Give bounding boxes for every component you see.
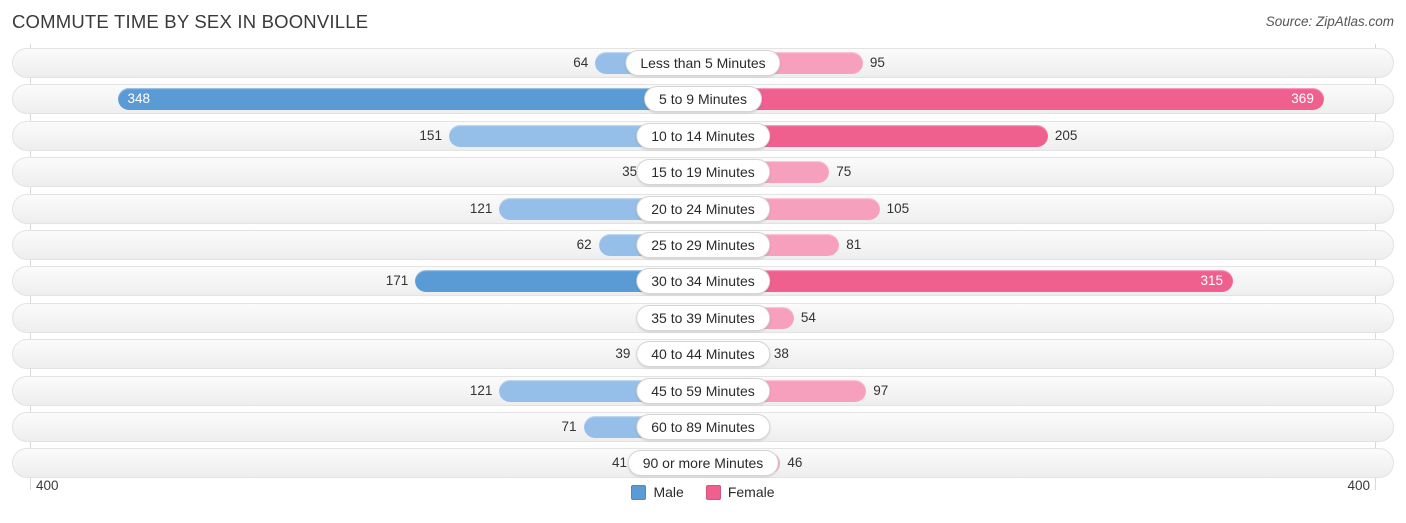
bar-female[interactable]: 369 xyxy=(703,88,1324,111)
bar-value-female: 54 xyxy=(800,309,816,325)
bar-value-female: 95 xyxy=(869,55,885,70)
legend-label: Male xyxy=(653,484,684,500)
bar-row: 348 369 5 to 9 Minutes xyxy=(0,84,1406,115)
category-label: Less than 5 Minutes xyxy=(625,50,781,76)
chart-header: COMMUTE TIME BY SEX IN BOONVILLE Source:… xyxy=(0,0,1406,44)
bar-value-male: 62 xyxy=(576,236,592,252)
bar-row: 121 105 20 to 24 Minutes xyxy=(0,193,1406,224)
category-label: 10 to 14 Minutes xyxy=(636,122,770,149)
bar-value-male: 64 xyxy=(573,55,589,70)
legend-label: Female xyxy=(727,484,775,500)
bar-row: 712560 to 89 Minutes xyxy=(0,411,1406,442)
bar-male-fill xyxy=(118,88,704,110)
bar-value-male: 171 xyxy=(385,273,409,289)
legend-swatch-icon xyxy=(705,484,721,500)
bar-value-male: 41 xyxy=(612,455,628,471)
legend-swatch-icon xyxy=(631,484,647,500)
category-label: 35 to 39 Minutes xyxy=(636,304,770,331)
bar-value-female: 97 xyxy=(873,382,889,398)
bar-row: 62 81 25 to 29 Minutes xyxy=(0,229,1406,260)
chart-plot-area: 64 95 Less than 5 Minutes 348 369 5 to 9 Minu… xyxy=(0,44,1406,490)
bar-row: 64 95 Less than 5 Minutes xyxy=(0,48,1406,78)
page-title: COMMUTE TIME BY SEX IN BOONVILLE xyxy=(12,11,369,32)
bar-row: 35 75 15 to 19 Minutes xyxy=(0,157,1406,188)
legend-item-male[interactable]: Male xyxy=(631,484,684,500)
bar-value-female: 315 xyxy=(1200,273,1223,289)
bar-value-female: 46 xyxy=(787,455,803,471)
category-label: 5 to 9 Minutes xyxy=(644,86,762,113)
bar-row: 155435 to 39 Minutes xyxy=(0,302,1406,333)
bar-value-male: 71 xyxy=(561,418,577,434)
bar-rows-container: 64 95 Less than 5 Minutes 348 369 5 to 9 Minu… xyxy=(0,48,1406,485)
bar-value-female: 105 xyxy=(886,200,910,216)
bar-value-male: 121 xyxy=(469,200,493,216)
legend-item-female[interactable]: Female xyxy=(705,484,775,500)
bar-female[interactable]: 315 xyxy=(703,270,1233,293)
bar-row: 171 315 30 to 34 Minutes xyxy=(0,266,1406,297)
bar-female-fill xyxy=(703,270,1233,292)
bar-value-male: 121 xyxy=(469,382,493,398)
bar-row: 121 97 45 to 59 Minutes xyxy=(0,375,1406,406)
category-label: 20 to 24 Minutes xyxy=(636,195,770,222)
category-label: 15 to 19 Minutes xyxy=(636,159,770,186)
bar-row: 41 46 90 or more Minutes xyxy=(0,448,1406,479)
chart-legend: Male Female xyxy=(0,484,1406,500)
category-label: 60 to 89 Minutes xyxy=(636,413,770,440)
bar-row: 39 38 40 to 44 Minutes xyxy=(0,339,1406,370)
category-label: 30 to 34 Minutes xyxy=(636,268,770,295)
bar-female-fill xyxy=(703,88,1324,110)
category-label: 40 to 44 Minutes xyxy=(636,341,770,368)
bar-row: 151 205 10 to 14 Minutes xyxy=(0,120,1406,151)
bar-value-male: 39 xyxy=(615,346,631,362)
bar-value-female: 205 xyxy=(1054,127,1078,143)
bar-value-female: 38 xyxy=(773,346,789,362)
bar-value-male: 348 xyxy=(127,91,151,107)
bar-value-male: 35 xyxy=(622,164,638,180)
bar-value-female: 75 xyxy=(836,164,852,180)
category-label: 90 or more Minutes xyxy=(627,450,779,477)
bar-value-female: 369 xyxy=(1291,91,1314,107)
source-attribution: Source: ZipAtlas.com xyxy=(1265,14,1394,29)
category-label: 25 to 29 Minutes xyxy=(636,231,770,258)
bar-value-male: 151 xyxy=(419,127,442,143)
category-label: 45 to 59 Minutes xyxy=(636,377,770,404)
bar-male[interactable]: 348 xyxy=(117,88,704,111)
bar-value-female: 81 xyxy=(846,236,862,252)
